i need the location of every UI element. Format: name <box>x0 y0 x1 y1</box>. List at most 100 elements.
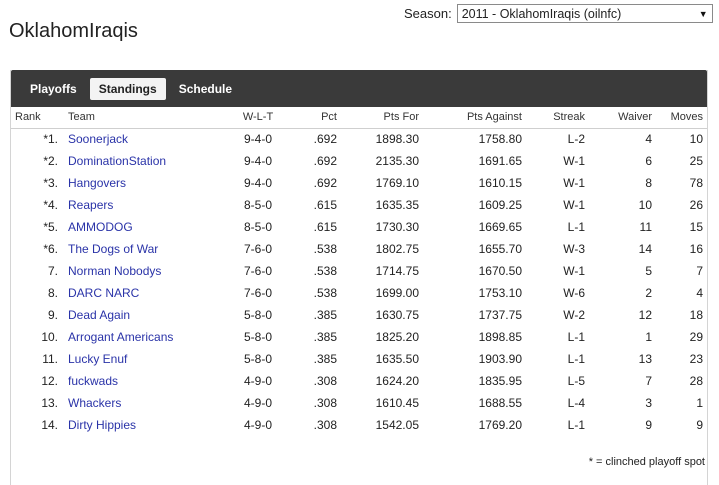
rank-cell: *3. <box>43 176 58 190</box>
pts-for-cell: 1635.35 <box>375 198 419 212</box>
moves-cell: 15 <box>689 220 703 234</box>
team-link[interactable]: fuckwads <box>68 374 118 388</box>
rank-cell: *1. <box>43 132 58 147</box>
table-row: 11. Lucky Enuf 5-8-0 .385 1635.50 1903.90 L-1 1… <box>11 348 707 370</box>
streak-cell: L-4 <box>567 396 585 410</box>
moves-cell: 25 <box>689 154 703 168</box>
table-row: *2. DominationStation 9-4-0 .692 2135.30 1691… <box>11 150 707 172</box>
rank-cell: *5. <box>43 220 58 234</box>
rank-cell: *6. <box>43 242 58 256</box>
pts-against-cell: 1737.75 <box>478 308 522 322</box>
pct-cell: .308 <box>313 418 337 432</box>
pct-cell: .538 <box>313 264 337 278</box>
wlt-cell: 5-8-0 <box>243 308 272 322</box>
pts-for-cell: 1624.20 <box>375 374 419 388</box>
team-cell: AMMODOG <box>61 216 235 238</box>
team-link[interactable]: Soonerjack <box>68 132 128 146</box>
pct-cell: .385 <box>313 352 337 366</box>
streak-cell: W-6 <box>563 286 585 300</box>
wlt-cell: 7-6-0 <box>243 242 272 256</box>
header-moves[interactable]: Moves <box>652 107 707 128</box>
table-header-row: Rank Team W-L-T Pct Pts For Pts Against … <box>11 107 707 128</box>
pts-against-cell: 1610.15 <box>478 176 522 190</box>
pts-for-cell: 1635.50 <box>375 352 419 366</box>
team-link[interactable]: Norman Nobodys <box>68 264 161 278</box>
tab-standings[interactable]: Standings <box>89 77 166 100</box>
wlt-cell: 5-8-0 <box>243 352 272 366</box>
standings-panel: Playoffs Standings Schedule Rank Team W-… <box>10 70 708 485</box>
team-cell: Dead Again <box>61 304 235 326</box>
standings-table: Rank Team W-L-T Pct Pts For Pts Against … <box>11 107 707 436</box>
moves-cell: 29 <box>689 330 703 344</box>
pct-cell: .692 <box>313 154 337 168</box>
pts-for-cell: 1825.20 <box>375 330 419 344</box>
team-link[interactable]: Dead Again <box>68 308 130 322</box>
team-link[interactable]: DARC NARC <box>68 286 139 300</box>
header-rank[interactable]: Rank <box>11 107 61 128</box>
header-pct[interactable]: Pct <box>281 107 337 128</box>
season-label: Season: <box>404 6 452 21</box>
wlt-cell: 7-6-0 <box>243 264 272 278</box>
team-link[interactable]: Arrogant Americans <box>68 330 173 344</box>
team-link[interactable]: The Dogs of War <box>68 242 158 256</box>
team-cell: The Dogs of War <box>61 238 235 260</box>
header-pts-for[interactable]: Pts For <box>337 107 419 128</box>
header-pts-against[interactable]: Pts Against <box>419 107 522 128</box>
pts-for-cell: 1542.05 <box>375 418 419 432</box>
moves-cell: 9 <box>696 418 703 432</box>
header-team[interactable]: Team <box>61 107 235 128</box>
waiver-cell: 12 <box>638 308 652 322</box>
waiver-cell: 13 <box>638 352 652 366</box>
team-link[interactable]: Lucky Enuf <box>68 352 127 366</box>
team-cell: Arrogant Americans <box>61 326 235 348</box>
tab-bar: Playoffs Standings Schedule <box>11 70 707 107</box>
table-row: *3. Hangovers 9-4-0 .692 1769.10 1610.15 W-1 8 7… <box>11 172 707 194</box>
pts-against-cell: 1898.85 <box>478 330 522 344</box>
header-wlt[interactable]: W-L-T <box>235 107 281 128</box>
team-link[interactable]: DominationStation <box>68 154 166 168</box>
team-link[interactable]: Reapers <box>68 198 113 212</box>
footnote: * = clinched playoff spot <box>588 456 705 468</box>
rank-cell: 11. <box>42 352 58 366</box>
pts-against-cell: 1835.95 <box>478 374 522 388</box>
table-row: 13. Whackers 4-9-0 .308 1610.45 1688.55 L-4 3 1 <box>11 392 707 414</box>
moves-cell: 4 <box>696 286 703 300</box>
moves-cell: 26 <box>689 198 703 212</box>
season-dropdown[interactable]: 2011 - OklahomIraqis (oilnfc) ▼ <box>456 4 713 23</box>
table-row: *1. Soonerjack 9-4-0 .692 1898.30 1758.80 L-2 4… <box>11 128 707 150</box>
moves-cell: 10 <box>689 132 703 147</box>
wlt-cell: 9-4-0 <box>243 132 272 147</box>
tab-playoffs[interactable]: Playoffs <box>21 78 86 100</box>
pct-cell: .538 <box>313 286 337 300</box>
wlt-cell: 4-9-0 <box>243 396 272 410</box>
waiver-cell: 1 <box>645 330 652 344</box>
team-link[interactable]: Whackers <box>68 396 121 410</box>
wlt-cell: 9-4-0 <box>243 176 272 190</box>
waiver-cell: 8 <box>645 176 652 190</box>
pts-against-cell: 1609.25 <box>478 198 522 212</box>
team-link[interactable]: Hangovers <box>68 176 126 190</box>
waiver-cell: 4 <box>645 132 652 147</box>
header-waiver[interactable]: Waiver <box>585 107 652 128</box>
pct-cell: .615 <box>313 198 337 212</box>
pct-cell: .385 <box>313 308 337 322</box>
team-link[interactable]: Dirty Hippies <box>68 418 136 432</box>
pct-cell: .308 <box>313 374 337 388</box>
table-row: 9. Dead Again 5-8-0 .385 1630.75 1737.75 W-2 12… <box>11 304 707 326</box>
header-streak[interactable]: Streak <box>522 107 585 128</box>
pct-cell: .692 <box>313 176 337 190</box>
tab-schedule[interactable]: Schedule <box>170 78 241 100</box>
pts-for-cell: 1730.30 <box>375 220 419 234</box>
team-cell: Whackers <box>61 392 235 414</box>
rank-cell: 8. <box>47 286 58 300</box>
team-link[interactable]: AMMODOG <box>68 220 133 234</box>
pts-for-cell: 1630.75 <box>375 308 419 322</box>
pts-for-cell: 1714.75 <box>375 264 419 278</box>
pts-for-cell: 1699.00 <box>375 286 419 300</box>
chevron-down-icon: ▼ <box>698 8 708 19</box>
pts-for-cell: 1769.10 <box>375 176 419 190</box>
wlt-cell: 8-5-0 <box>243 220 272 234</box>
season-selected-value: 2011 - OklahomIraqis (oilnfc) <box>461 6 622 21</box>
pct-cell: .615 <box>313 220 337 234</box>
pts-for-cell: 1802.75 <box>375 242 419 256</box>
